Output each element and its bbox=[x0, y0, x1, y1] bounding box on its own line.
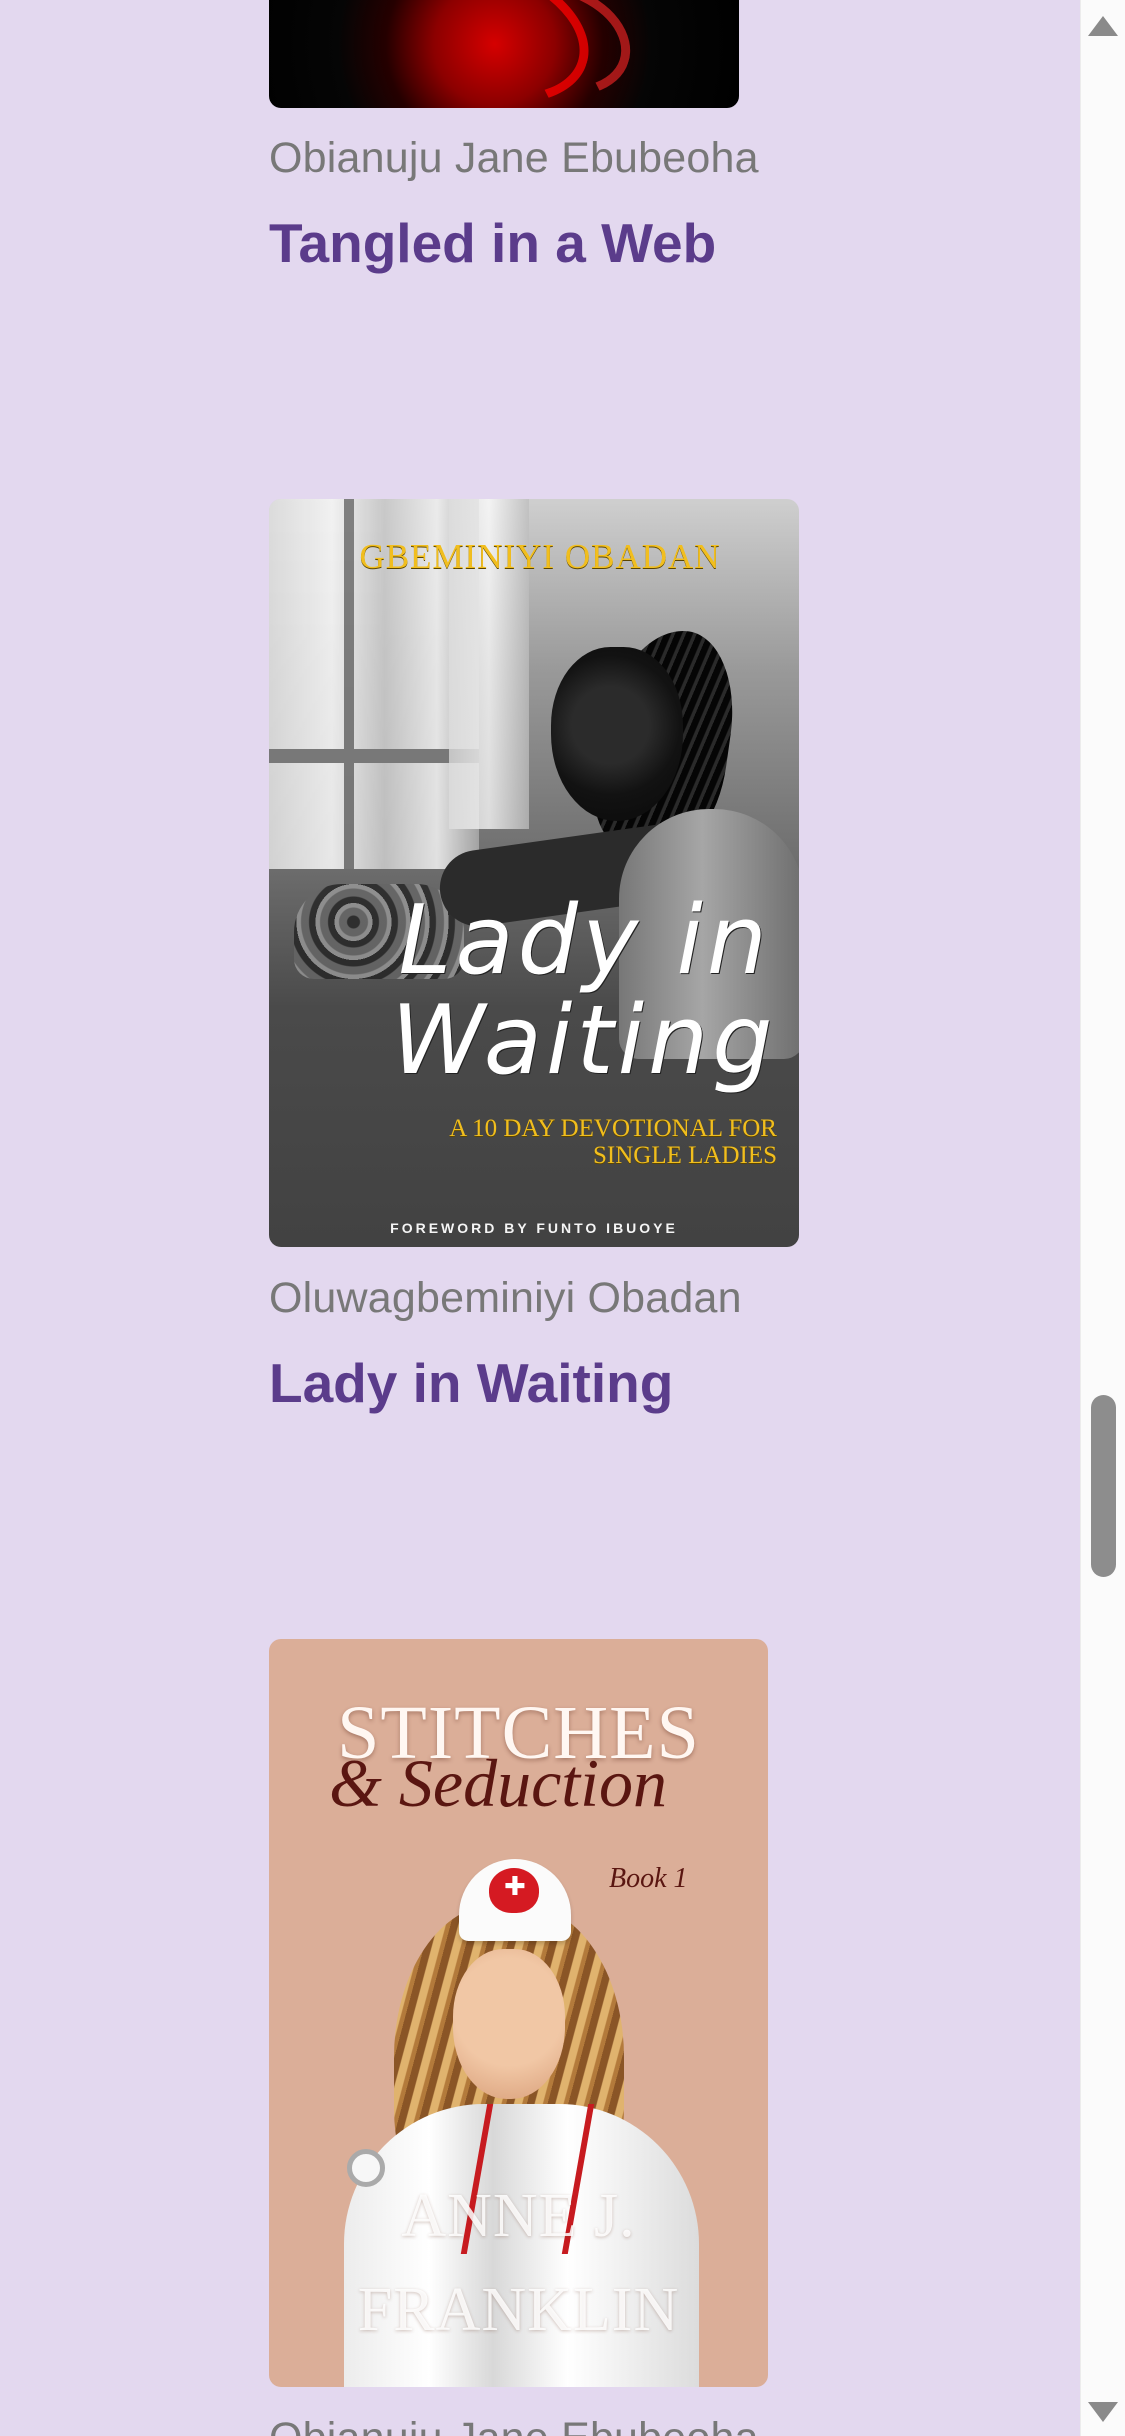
cover-book-number-text: Book 1 bbox=[609, 1863, 688, 1894]
nurse-cap-icon bbox=[459, 1859, 571, 1941]
book-author: Obianuju Jane Ebubeoha bbox=[269, 134, 759, 182]
woman-portrait-image bbox=[551, 647, 683, 821]
book-cover-tangled-in-a-web[interactable] bbox=[269, 0, 739, 108]
cover-author-text: ANNE J. FRANKLIN bbox=[357, 2182, 680, 2344]
book-list-page: Obianuju Jane Ebubeoha Tangled in a Web … bbox=[0, 0, 1125, 2436]
book-author: Obianuju Jane Ebubeoha bbox=[269, 2414, 759, 2436]
scroll-up-icon[interactable] bbox=[1088, 16, 1118, 36]
book-list-content: Obianuju Jane Ebubeoha Tangled in a Web … bbox=[0, 0, 1080, 2436]
book-cover-stitches-and-seduction[interactable]: STITCHES & Seduction Book 1 ANNE J. FRAN… bbox=[269, 1639, 768, 2387]
vertical-scrollbar[interactable] bbox=[1080, 0, 1125, 2436]
book-cover-lady-in-waiting[interactable]: GBEMINIYI OBADAN Lady in Waiting A 10 DA… bbox=[269, 499, 799, 1247]
cover-subtitle-text: & Seduction bbox=[329, 1745, 668, 1821]
cover-author-text: GBEMINIYI OBADAN bbox=[359, 537, 721, 576]
scrollbar-thumb[interactable] bbox=[1091, 1395, 1116, 1577]
cover-subtitle-text: A 10 DAY DEVOTIONAL FOR SINGLE LADIES bbox=[449, 1115, 777, 1169]
book-title-link[interactable]: Lady in Waiting bbox=[269, 1352, 673, 1414]
cover-title-text: Lady in Waiting bbox=[391, 886, 777, 1096]
scroll-down-icon[interactable] bbox=[1088, 2402, 1118, 2422]
cover-foreword-text: FOREWORD BY FUNTO IBUOYE bbox=[390, 1220, 678, 1236]
book-author: Oluwagbeminiyi Obadan bbox=[269, 1274, 742, 1322]
nurse-portrait-image bbox=[453, 1949, 565, 2099]
book-title-link[interactable]: Tangled in a Web bbox=[269, 212, 716, 274]
